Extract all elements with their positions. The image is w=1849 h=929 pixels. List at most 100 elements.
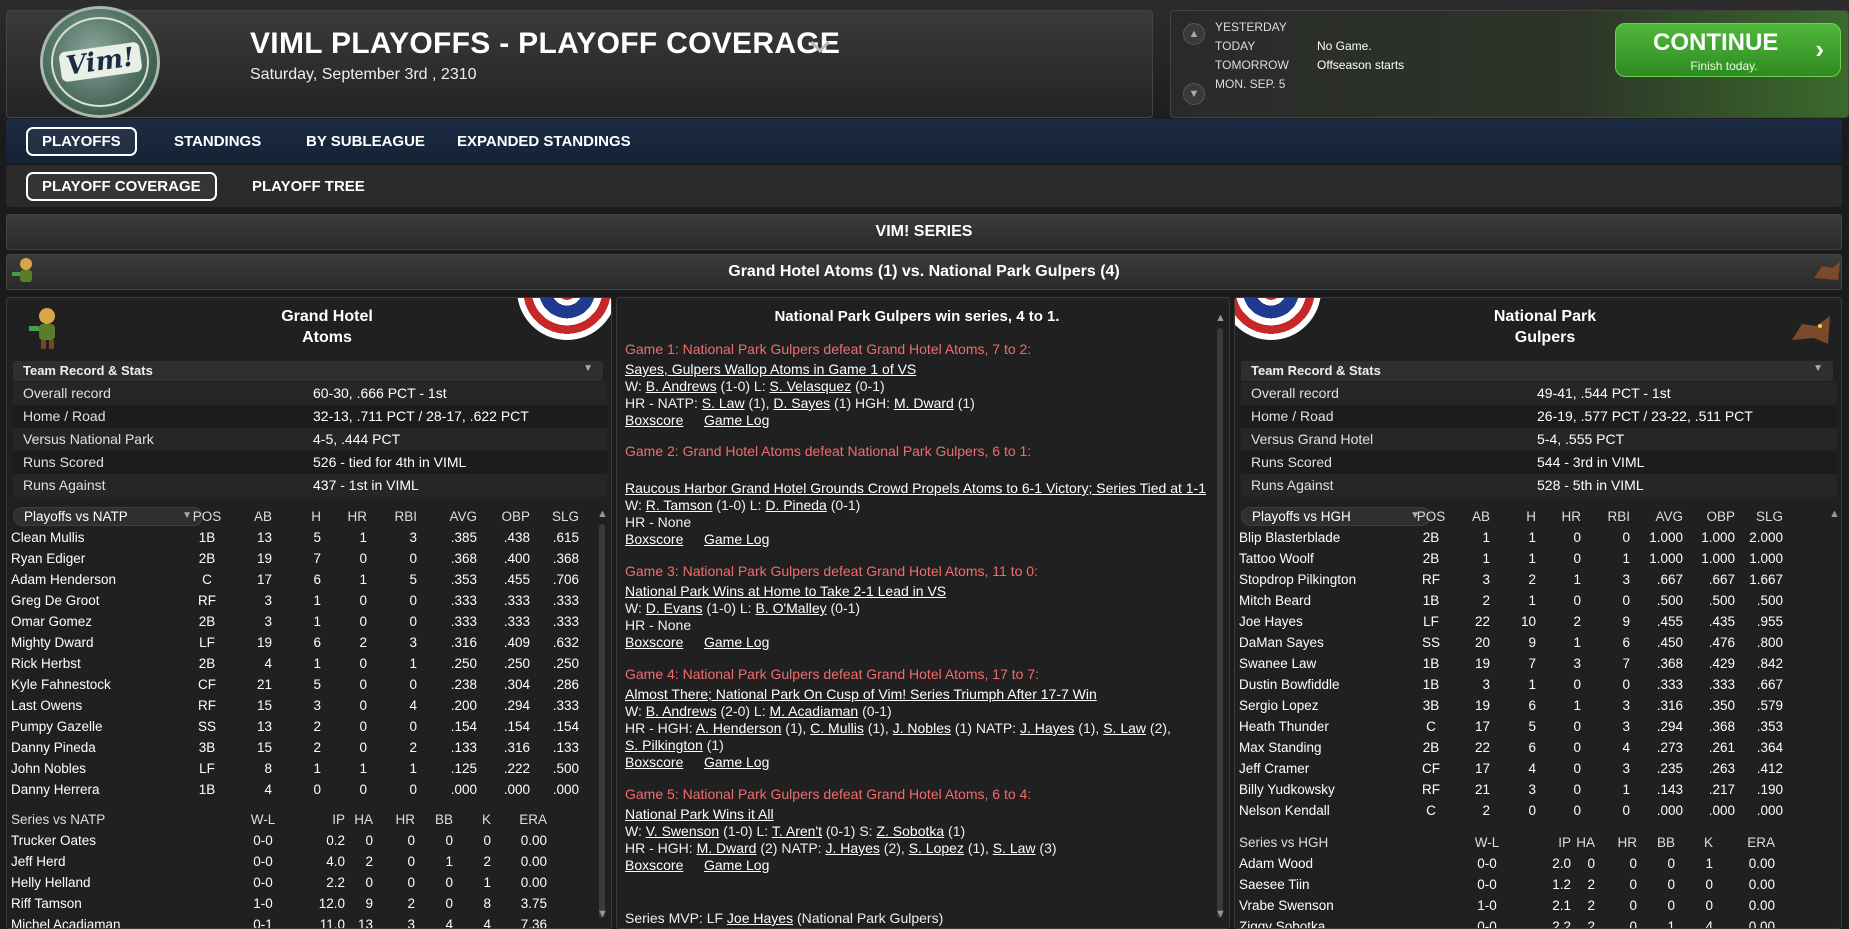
player-name[interactable]: John Nobles: [11, 761, 86, 776]
player-row[interactable]: Kyle Fahnestock CF 21 5 0 0 .238 .304 .286: [7, 675, 593, 696]
player-link[interactable]: J. Hayes: [825, 840, 879, 856]
player-row[interactable]: Danny Herrera 1B 4 0 0 0 .000 .000 .000: [7, 780, 593, 801]
player-link[interactable]: M. Dward: [894, 395, 954, 411]
player-row[interactable]: Billy Yudkowsky RF 21 3 0 1 .143 .217 .190: [1235, 780, 1821, 801]
player-name[interactable]: Adam Wood: [1239, 856, 1313, 871]
player-name[interactable]: Ziggy Sobotka: [1239, 919, 1325, 928]
player-name[interactable]: Mighty Dward: [11, 635, 94, 650]
player-name[interactable]: Vrabe Swenson: [1239, 898, 1334, 913]
column-header[interactable]: SLG: [529, 509, 579, 524]
player-row[interactable]: Mitch Beard 1B 2 1 0 0 .500 .500 .500: [1235, 591, 1821, 612]
player-name[interactable]: Stopdrop Pilkington: [1239, 572, 1356, 587]
player-row[interactable]: Rick Herbst 2B 4 1 0 1 .250 .250 .250: [7, 654, 593, 675]
tab-playoffs[interactable]: PLAYOFFS: [26, 127, 137, 156]
player-link[interactable]: V. Swenson: [646, 823, 719, 839]
game-log-link[interactable]: Game Log: [704, 857, 769, 873]
scroll-up-arrow-icon[interactable]: ▲: [597, 508, 608, 520]
player-link[interactable]: A. Henderson: [696, 720, 782, 736]
player-link[interactable]: D. Pineda: [765, 497, 826, 513]
column-header[interactable]: AB: [1450, 509, 1490, 524]
player-link[interactable]: S. Velasquez: [769, 378, 851, 394]
tab-expanded-standings[interactable]: EXPANDED STANDINGS: [443, 129, 645, 154]
player-name[interactable]: Pumpy Gazelle: [11, 719, 103, 734]
player-row[interactable]: Tattoo Woolf 2B 1 1 0 1 1.000 1.000 1.000: [1235, 549, 1821, 570]
player-row[interactable]: Adam Henderson C 17 6 1 5 .353 .455 .706: [7, 570, 593, 591]
player-name[interactable]: Michel Acadiaman: [11, 917, 121, 928]
column-header[interactable]: POS: [1411, 509, 1451, 524]
column-header[interactable]: BB: [413, 812, 453, 827]
boxscore-link[interactable]: Boxscore: [625, 412, 683, 428]
player-row[interactable]: Max Standing 2B 22 6 0 4 .273 .261 .364: [1235, 738, 1821, 759]
player-row[interactable]: Trucker Oates 0-0 0.2 0 0 0 0 0.00: [7, 831, 593, 852]
game-log-link[interactable]: Game Log: [704, 412, 769, 428]
player-link[interactable]: D. Evans: [646, 600, 703, 616]
player-name[interactable]: Joe Hayes: [1239, 614, 1303, 629]
player-link[interactable]: S. Law: [993, 840, 1036, 856]
player-name[interactable]: Tattoo Woolf: [1239, 551, 1314, 566]
player-link[interactable]: S. Law: [702, 395, 745, 411]
player-link[interactable]: M. Acadiaman: [769, 703, 858, 719]
player-name[interactable]: Danny Herrera: [11, 782, 100, 797]
player-row[interactable]: Ryan Ediger 2B 19 7 0 0 .368 .400 .368: [7, 549, 593, 570]
player-row[interactable]: Last Owens RF 15 3 0 4 .200 .294 .333: [7, 696, 593, 717]
schedule-down-arrow-icon[interactable]: ▼: [1183, 83, 1205, 105]
player-link[interactable]: J. Hayes: [1020, 720, 1074, 736]
game-log-link[interactable]: Game Log: [704, 531, 769, 547]
scroll-down-arrow-icon[interactable]: ▼: [597, 908, 608, 920]
player-name[interactable]: Jeff Herd: [11, 854, 66, 869]
player-row[interactable]: Sergio Lopez 3B 19 6 1 3 .316 .350 .579: [1235, 696, 1821, 717]
game-log-link[interactable]: Game Log: [704, 754, 769, 770]
player-row[interactable]: Joe Hayes LF 22 10 2 9 .455 .435 .955: [1235, 612, 1821, 633]
column-header[interactable]: HR: [1541, 509, 1582, 524]
column-header[interactable]: AVG: [427, 509, 477, 524]
player-row[interactable]: Riff Tamson 1-0 12.0 9 2 0 8 3.75: [7, 894, 593, 915]
player-row[interactable]: Saesee Tiin 0-0 1.2 2 0 0 0 0.00: [1235, 875, 1821, 896]
game-story-link[interactable]: National Park Wins at Home to Take 2-1 L…: [625, 583, 1219, 599]
player-row[interactable]: Blip Blasterblade 2B 1 1 0 0 1.000 1.000 2.000: [1235, 528, 1821, 549]
schedule-up-arrow-icon[interactable]: ▲: [1183, 23, 1205, 45]
player-name[interactable]: Max Standing: [1239, 740, 1322, 755]
column-header[interactable]: H: [281, 509, 321, 524]
player-name[interactable]: Billy Yudkowsky: [1239, 782, 1335, 797]
player-name[interactable]: Helly Helland: [11, 875, 91, 890]
column-header[interactable]: BB: [1635, 835, 1675, 850]
column-header[interactable]: AB: [232, 509, 272, 524]
league-logo[interactable]: Vim!: [40, 6, 160, 118]
player-link[interactable]: R. Tamson: [646, 497, 713, 513]
column-header[interactable]: ERA: [1703, 835, 1775, 850]
player-name[interactable]: Omar Gomez: [11, 614, 92, 629]
column-header[interactable]: ERA: [481, 812, 547, 827]
player-link[interactable]: B. Andrews: [646, 378, 717, 394]
player-name[interactable]: Rick Herbst: [11, 656, 81, 671]
game-story-link[interactable]: Almost There; National Park On Cusp of V…: [625, 686, 1219, 702]
column-header[interactable]: H: [1496, 509, 1536, 524]
column-header[interactable]: POS: [187, 509, 227, 524]
player-row[interactable]: Nelson Kendall C 2 0 0 0 .000 .000 .000: [1235, 801, 1821, 822]
player-name[interactable]: Saesee Tiin: [1239, 877, 1310, 892]
player-row[interactable]: Michel Acadiaman 0-1 11.0 13 3 4 4 7.36: [7, 915, 593, 928]
player-row[interactable]: DaMan Sayes SS 20 9 1 6 .450 .476 .800: [1235, 633, 1821, 654]
player-name[interactable]: Nelson Kendall: [1239, 803, 1330, 818]
player-row[interactable]: Adam Wood 0-0 2.0 0 0 0 1 0.00: [1235, 854, 1821, 875]
column-header[interactable]: HR: [1597, 835, 1638, 850]
player-link[interactable]: S. Law: [1103, 720, 1146, 736]
column-header[interactable]: SLG: [1733, 509, 1783, 524]
player-link[interactable]: B. O'Malley: [755, 600, 826, 616]
column-header[interactable]: RBI: [1586, 509, 1630, 524]
player-name[interactable]: Adam Henderson: [11, 572, 116, 587]
tab-playoff-coverage[interactable]: PLAYOFF COVERAGE: [26, 172, 217, 201]
player-name[interactable]: Greg De Groot: [11, 593, 100, 608]
player-link[interactable]: Z. Sobotka: [876, 823, 944, 839]
scroll-up-arrow-icon[interactable]: ▲: [1215, 312, 1226, 324]
player-link[interactable]: S. Lopez: [909, 840, 964, 856]
game-story-link[interactable]: Raucous Harbor Grand Hotel Grounds Crowd…: [625, 480, 1219, 496]
player-row[interactable]: Heath Thunder C 17 5 0 3 .294 .368 .353: [1235, 717, 1821, 738]
tab-standings[interactable]: STANDINGS: [160, 129, 275, 154]
column-header[interactable]: W-L: [1467, 835, 1507, 850]
boxscore-link[interactable]: Boxscore: [625, 634, 683, 650]
player-link[interactable]: S. Pilkington: [625, 737, 703, 753]
player-row[interactable]: Mighty Dward LF 19 6 2 3 .316 .409 .632: [7, 633, 593, 654]
player-name[interactable]: Clean Mullis: [11, 530, 85, 545]
scroll-up-arrow-icon[interactable]: ▲: [1829, 508, 1840, 520]
player-row[interactable]: Greg De Groot RF 3 1 0 0 .333 .333 .333: [7, 591, 593, 612]
